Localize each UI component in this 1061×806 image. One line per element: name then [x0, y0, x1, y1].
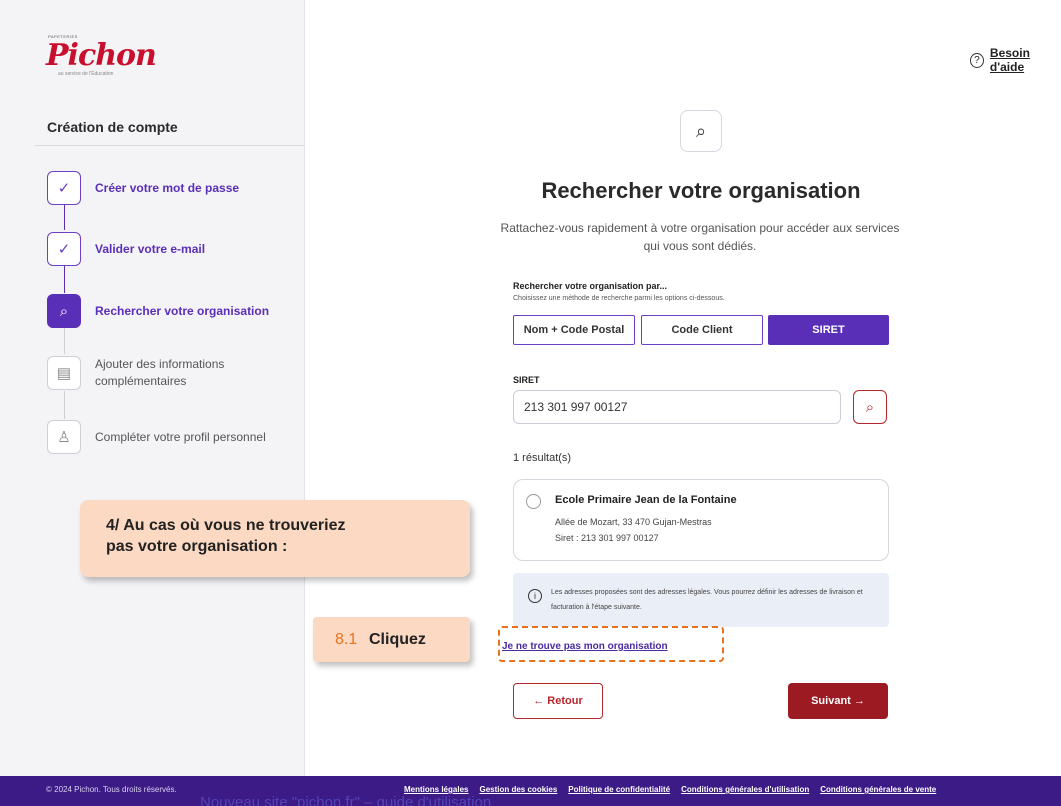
sidebar: PAPETERIES Pichon au service de l'Éducat…	[0, 0, 305, 776]
search-by-hint: Choisissez une méthode de recherche parm…	[513, 295, 725, 302]
logo-brand: Pichon	[46, 38, 157, 73]
results-count: 1 résultat(s)	[513, 452, 572, 464]
callout-step-note: 4/ Au cas où vous ne trouveriez pas votr…	[80, 500, 470, 577]
result-address: Allée de Mozart, 33 470 Gujan-Mestras	[555, 517, 712, 527]
search-icon: ⌕	[865, 398, 875, 416]
step-connector	[64, 328, 65, 354]
footer-link-cookies[interactable]: Gestion des cookies	[479, 785, 557, 794]
info-icon: i	[528, 589, 542, 603]
next-button[interactable]: Suivant →	[788, 683, 888, 719]
callout-text: 4/ Au cas où vous ne trouveriez pas votr…	[106, 517, 346, 555]
guide-overlay-text: Nouveau site "pichon.fr" – guide d'utili…	[200, 794, 492, 806]
help-label: Besoin d'aide	[989, 46, 1030, 74]
footer-link-legal[interactable]: Mentions légales	[404, 785, 468, 794]
page-title: Rechercher votre organisation	[541, 178, 861, 203]
siret-input[interactable]: 213 301 997 00127	[513, 390, 841, 424]
step-search-organisation[interactable]: ⌕ Rechercher votre organisation	[47, 294, 269, 328]
sidebar-divider	[35, 145, 305, 146]
callout-click: 8.1 Cliquez	[313, 617, 470, 662]
step-complete-profile: ♙ Compléter votre profil personnel	[47, 420, 266, 454]
result-siret: Siret : 213 301 997 00127	[555, 533, 659, 543]
step-validate-email[interactable]: ✓ Valider votre e-mail	[47, 232, 205, 266]
not-found-highlight: Je ne trouve pas mon organisation	[498, 626, 724, 662]
result-radio[interactable]	[526, 494, 541, 509]
check-circle-icon: ✓	[47, 232, 81, 266]
info-box: i Les adresses proposées sont des adress…	[513, 573, 889, 627]
pichon-logo[interactable]: PAPETERIES Pichon au service de l'Éducat…	[46, 34, 157, 84]
step-add-info: ▤ Ajouter des informations complémentair…	[47, 356, 255, 390]
footer: © 2024 Pichon. Tous droits réservés. Men…	[0, 776, 1061, 806]
info-text: Les adresses proposées sont des adresses…	[551, 589, 863, 611]
question-icon: ?	[970, 52, 984, 68]
footer-link-cgv[interactable]: Conditions générales de vente	[820, 785, 936, 794]
logo-tagline: au service de l'Éducation	[58, 71, 114, 77]
step-create-password[interactable]: ✓ Créer votre mot de passe	[47, 171, 239, 205]
footer-link-privacy[interactable]: Politique de confidentialité	[568, 785, 670, 794]
step-label: Ajouter des informations complémentaires	[95, 357, 225, 388]
copyright: © 2024 Pichon. Tous droits réservés.	[46, 785, 177, 794]
page-subtitle: Rattachez-vous rapidement à votre organi…	[500, 221, 900, 253]
callout-word: Cliquez	[369, 631, 426, 648]
not-found-link[interactable]: Je ne trouve pas mon organisation	[502, 641, 668, 652]
search-icon: ⌕	[680, 110, 722, 152]
callout-number: 8.1	[335, 631, 358, 648]
method-siret-button[interactable]: SIRET	[768, 315, 889, 345]
method-name-postal-button[interactable]: Nom + Code Postal	[513, 315, 635, 345]
step-connector	[64, 205, 65, 230]
result-card[interactable]: Ecole Primaire Jean de la Fontaine Allée…	[513, 479, 889, 561]
step-connector	[64, 391, 65, 419]
search-button[interactable]: ⌕	[853, 390, 887, 424]
search-icon: ⌕	[47, 294, 81, 328]
footer-links: Mentions légales Gestion des cookies Pol…	[404, 785, 936, 794]
search-by-title: Rechercher votre organisation par...	[513, 281, 668, 291]
document-icon: ▤	[47, 356, 81, 390]
step-label: Valider votre e-mail	[95, 241, 206, 256]
footer-link-cgu[interactable]: Conditions générales d'utilisation	[681, 785, 809, 794]
check-circle-icon: ✓	[47, 171, 81, 205]
siret-label: SIRET	[513, 375, 540, 385]
result-name: Ecole Primaire Jean de la Fontaine	[555, 494, 737, 506]
step-label: Compléter votre profil personnel	[95, 429, 266, 444]
back-button[interactable]: ← Retour	[513, 683, 603, 719]
step-label: Rechercher votre organisation	[95, 303, 270, 318]
step-label: Créer votre mot de passe	[95, 180, 240, 195]
step-connector	[64, 266, 65, 293]
help-link[interactable]: ? Besoin d'aide	[970, 46, 1061, 74]
user-edit-icon: ♙	[47, 420, 81, 454]
method-client-code-button[interactable]: Code Client	[641, 315, 763, 345]
sidebar-title: Création de compte	[47, 119, 178, 135]
